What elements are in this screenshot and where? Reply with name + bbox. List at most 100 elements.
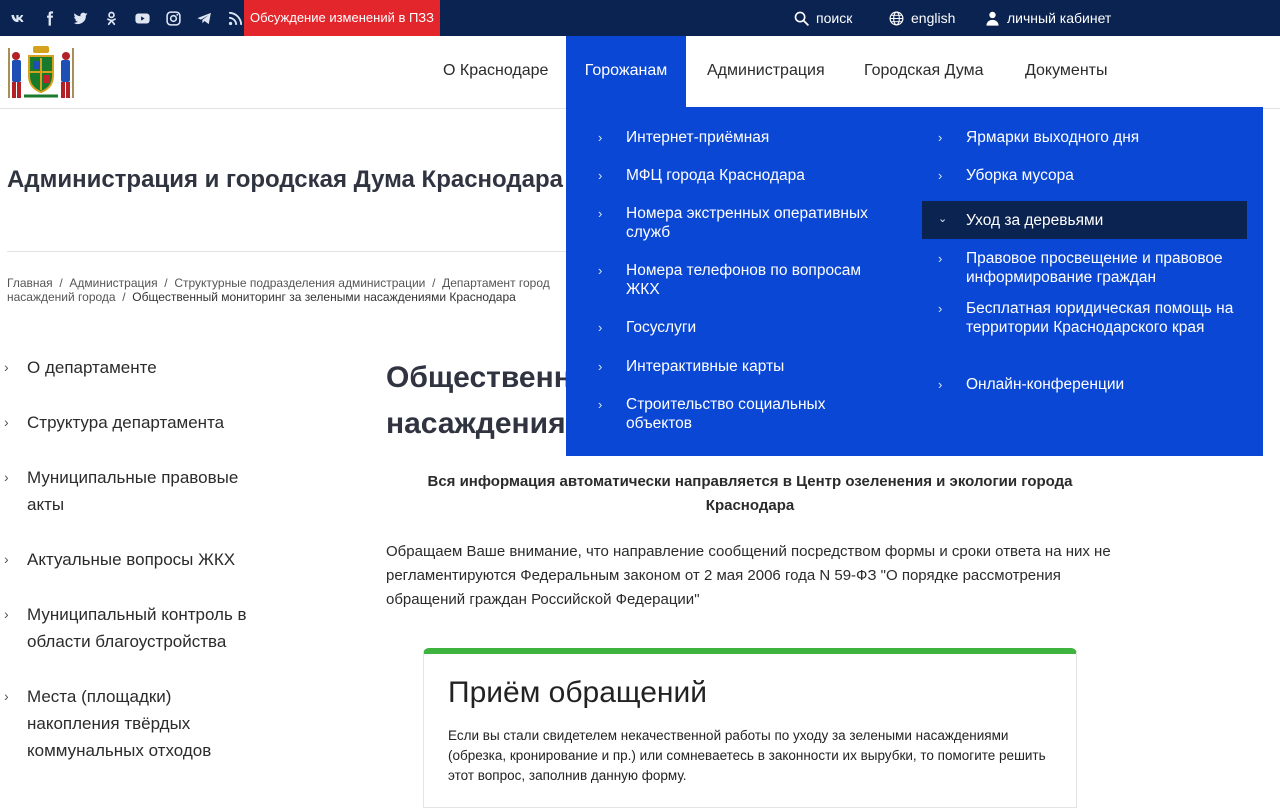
search-link[interactable]: поиск: [793, 0, 852, 36]
content-title-line: насаждения: [386, 407, 566, 440]
appeal-form-card: Приём обращений Если вы стали свидетелем…: [423, 648, 1077, 808]
dropdown-column-right: › Ярмарки выходного дня › Уборка мусора …: [906, 125, 1248, 410]
twitter-icon[interactable]: [67, 7, 93, 29]
breadcrumb-home[interactable]: Главная: [7, 276, 53, 290]
chevron-right-icon: ›: [4, 688, 9, 704]
instagram-icon[interactable]: [160, 7, 186, 29]
user-icon: [986, 11, 999, 26]
dropdown-item-free-legal-aid[interactable]: › Бесплатная юридическая помощь на терри…: [906, 296, 1236, 372]
sidebar-item-structure[interactable]: › Структура департамента: [0, 409, 290, 436]
card-description: Если вы стали свидетелем некачественной …: [448, 728, 1046, 783]
dropdown-item-mfc[interactable]: › МФЦ города Краснодара: [566, 163, 906, 201]
chevron-right-icon: ›: [598, 206, 603, 221]
dropdown-item-legal-education[interactable]: › Правовое просвещение и правовое информ…: [906, 239, 1248, 296]
nav-city-duma[interactable]: Городская Дума: [864, 36, 984, 107]
chevron-right-icon: ›: [598, 168, 603, 183]
sidebar-item-label: Актуальные вопросы ЖКХ: [27, 550, 236, 569]
sidebar-item-label: Места (площадки) накопления твёрдых комм…: [27, 687, 212, 760]
nav-documents[interactable]: Документы: [1025, 36, 1107, 107]
pzz-discussion-link[interactable]: Обсуждение изменений в ПЗЗ: [244, 0, 440, 36]
dropdown-item-internet-reception[interactable]: › Интернет-приёмная: [566, 125, 906, 163]
notice-paragraph: Обращаем Ваше внимание, что направление …: [386, 543, 1111, 608]
odnoklassniki-icon[interactable]: [98, 7, 124, 29]
dropdown-item-label: Правовое просвещение и правовое информир…: [966, 250, 1223, 286]
breadcrumb-separator: /: [118, 290, 129, 304]
chevron-right-icon: ›: [938, 168, 943, 183]
dropdown-item-gosuslugi[interactable]: › Госуслуги: [566, 315, 906, 354]
page-title: Администрация и городская Дума Краснодар…: [7, 166, 563, 193]
breadcrumb-administration[interactable]: Администрация: [69, 276, 157, 290]
dropdown-item-label: Госуслуги: [626, 319, 697, 336]
breadcrumb-separator: /: [160, 276, 171, 290]
chevron-right-icon: ›: [4, 414, 9, 430]
globe-icon: [889, 11, 904, 25]
sidebar-item-legal-acts[interactable]: › Муниципальные правовые акты: [0, 464, 270, 518]
sidebar-item-municipal-control[interactable]: › Муниципальный контроль в области благо…: [0, 601, 275, 655]
cabinet-link[interactable]: личный кабинет: [984, 0, 1111, 36]
dropdown-item-garbage-collection[interactable]: › Уборка мусора: [906, 163, 1248, 201]
nav-citizens[interactable]: Горожанам: [566, 36, 686, 107]
sidebar-item-about-department[interactable]: › О департаменте: [0, 354, 290, 381]
breadcrumb-separator: /: [428, 276, 439, 290]
chevron-right-icon: ›: [598, 397, 603, 412]
english-link[interactable]: english: [888, 0, 955, 36]
chevron-right-icon: ›: [4, 359, 9, 375]
facebook-icon[interactable]: [36, 7, 62, 29]
dropdown-item-social-construction[interactable]: › Строительство социальных объектов: [566, 392, 876, 436]
breadcrumb-green-spaces[interactable]: насаждений города: [7, 290, 116, 304]
dropdown-item-emergency-numbers[interactable]: › Номера экстренных оперативных служб: [566, 201, 896, 258]
telegram-icon[interactable]: [191, 7, 217, 29]
content-title-line: Общественн: [386, 361, 572, 394]
dropdown-item-label: Уход за деревьями: [966, 212, 1104, 229]
social-links: [0, 0, 248, 36]
breadcrumb-separator: /: [56, 276, 67, 290]
breadcrumb-structural-divisions[interactable]: Структурные подразделения администрации: [174, 276, 425, 290]
chevron-right-icon: ›: [4, 551, 9, 567]
chevron-right-icon: ›: [598, 320, 603, 335]
dropdown-item-housing-phones[interactable]: › Номера телефонов по вопросам ЖКХ: [566, 258, 896, 315]
chevron-right-icon: ›: [4, 469, 9, 485]
vk-icon[interactable]: [5, 7, 31, 29]
search-label: поиск: [816, 10, 853, 26]
dropdown-item-label: Уборка мусора: [966, 167, 1074, 184]
dropdown-item-label: Бесплатная юридическая помощь на террито…: [966, 300, 1234, 336]
sidebar-item-label: Структура департамента: [27, 413, 225, 432]
english-label: english: [911, 10, 956, 26]
dropdown-column-left: › Интернет-приёмная › МФЦ города Краснод…: [566, 125, 906, 436]
chevron-right-icon: ›: [938, 377, 943, 392]
search-icon: [794, 11, 809, 26]
dropdown-item-label: Ярмарки выходного дня: [966, 129, 1140, 146]
card-title: Приём обращений: [448, 676, 707, 709]
dropdown-item-label: Номера экстренных оперативных служб: [626, 205, 868, 241]
chevron-right-icon: ›: [938, 251, 943, 266]
nav-about-krasnodar[interactable]: О Краснодаре: [443, 36, 548, 107]
chevron-down-icon: ⌄: [938, 213, 948, 225]
sidebar-item-label: Муниципальный контроль в области благоус…: [27, 605, 247, 651]
dropdown-item-label: Интерактивные карты: [626, 358, 785, 375]
sidebar-item-waste-sites[interactable]: › Места (площадки) накопления твёрдых ко…: [0, 683, 240, 764]
sidebar-item-housing-issues[interactable]: › Актуальные вопросы ЖКХ: [0, 546, 290, 573]
chevron-right-icon: ›: [598, 359, 603, 374]
top-bar: Обсуждение изменений в ПЗЗ поиск english…: [0, 0, 1280, 36]
dropdown-item-label: МФЦ города Краснодара: [626, 167, 805, 184]
dropdown-item-weekend-fairs[interactable]: › Ярмарки выходного дня: [906, 125, 1248, 163]
lead-text: Вся информация автоматически направляетс…: [427, 473, 1073, 514]
breadcrumb-current: Общественный мониторинг за зелеными наса…: [132, 290, 516, 304]
sidebar-item-label: О департаменте: [27, 358, 157, 377]
dropdown-item-label: Интернет-приёмная: [626, 129, 770, 146]
citizens-dropdown-menu: › Интернет-приёмная › МФЦ города Краснод…: [566, 107, 1263, 456]
krasnodar-coat-of-arms-logo[interactable]: [6, 44, 76, 102]
dropdown-item-label: Номера телефонов по вопросам ЖКХ: [626, 262, 862, 298]
nav-administration[interactable]: Администрация: [707, 36, 825, 107]
dropdown-item-label: Строительство социальных объектов: [626, 396, 826, 432]
chevron-right-icon: ›: [938, 130, 943, 145]
breadcrumb: Главная / Администрация / Структурные по…: [7, 276, 607, 304]
youtube-icon[interactable]: [129, 7, 155, 29]
cabinet-label: личный кабинет: [1007, 10, 1112, 26]
breadcrumb-department[interactable]: Департамент город: [442, 276, 550, 290]
dropdown-item-interactive-maps[interactable]: › Интерактивные карты: [566, 354, 906, 392]
chevron-right-icon: ›: [598, 263, 603, 278]
chevron-right-icon: ›: [4, 606, 9, 622]
dropdown-item-online-conferences[interactable]: › Онлайн-конференции: [906, 372, 1248, 410]
dropdown-item-tree-care[interactable]: ⌄ Уход за деревьями: [922, 201, 1247, 239]
